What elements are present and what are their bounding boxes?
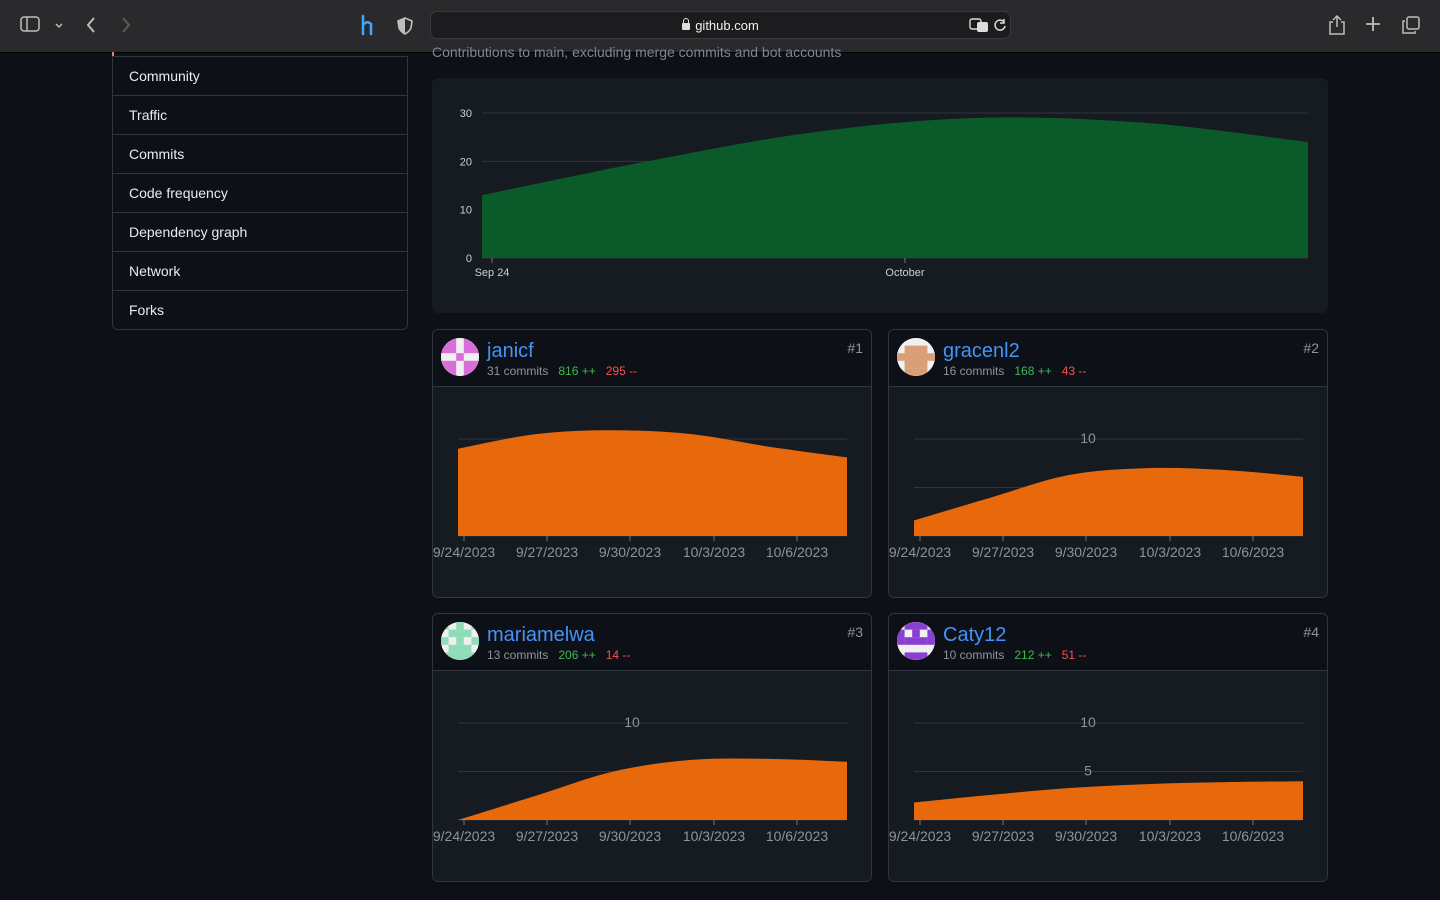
extension-icon[interactable]: [359, 14, 377, 42]
y-tick-label: 10: [1080, 430, 1096, 446]
contributor-stats: 10 commits 212 ++ 51 --: [943, 648, 1086, 662]
y-tick-label: 10: [624, 714, 640, 730]
x-tick-label: 10/6/2023: [766, 828, 828, 844]
contributor-stats: 31 commits 816 ++ 295 --: [487, 364, 637, 378]
chevron-down-icon[interactable]: [54, 17, 64, 37]
share-icon[interactable]: [1328, 14, 1346, 42]
x-tick-label: 9/27/2023: [516, 544, 578, 560]
commit-count[interactable]: 16 commits: [943, 364, 1004, 378]
insights-sidebar: Community Traffic Commits Code frequency…: [112, 56, 408, 330]
contributor-card: Caty12 10 commits 212 ++ 51 -- #4 5 10 9/24/…: [888, 613, 1328, 882]
contributor-card: gracenl2 16 commits 168 ++ 43 -- #2 10 9/24…: [888, 329, 1328, 598]
x-tick-label: 10/3/2023: [1139, 828, 1201, 844]
contributor-card: mariamelwa 13 commits 206 ++ 14 -- #3 10 9/…: [432, 613, 872, 882]
deletions-count: 43 --: [1061, 364, 1087, 378]
contributor-username[interactable]: gracenl2: [943, 340, 1020, 363]
area-series: [458, 430, 847, 536]
sidebar-toggle-icon[interactable]: [20, 16, 40, 38]
additions-count: 168 ++: [1014, 364, 1052, 378]
x-tick-label: 9/24/2023: [889, 828, 951, 844]
translate-icon[interactable]: [969, 17, 989, 39]
contributor-card: janicf 31 commits 816 ++ 295 -- #1 9/24/20…: [432, 329, 872, 598]
avatar[interactable]: [897, 622, 935, 660]
contributor-chart: 5 10 9/24/2023 9/27/2023 9/30/2023 10/3/2023 1…: [889, 714, 1303, 844]
avatar[interactable]: [441, 338, 479, 376]
contributor-rank: #1: [847, 340, 863, 356]
reload-icon[interactable]: [993, 18, 1007, 38]
x-tick-label: October: [885, 267, 924, 279]
contributor-chart: 10 9/24/2023 9/27/2023 9/30/2023 10/3/2023 10…: [433, 714, 847, 844]
commit-count[interactable]: 10 commits: [943, 648, 1004, 662]
contributions-chart: 0 10 20 30 Sep 24 October: [460, 108, 1308, 279]
address-bar[interactable]: github.com: [430, 11, 1011, 39]
contributor-stats: 16 commits 168 ++ 43 --: [943, 364, 1086, 378]
shield-icon[interactable]: [397, 17, 413, 41]
sidebar-item-commits[interactable]: Commits: [113, 134, 407, 173]
sidebar-item-traffic[interactable]: Traffic: [113, 95, 407, 134]
sidebar-item-dependency-graph[interactable]: Dependency graph: [113, 212, 407, 251]
area-series: [914, 781, 1303, 820]
contributor-username[interactable]: janicf: [487, 340, 534, 363]
x-tick-label: 10/6/2023: [1222, 544, 1284, 560]
x-tick-label: 9/27/2023: [972, 828, 1034, 844]
y-tick-label: 30: [460, 108, 472, 120]
y-tick-label: 20: [460, 156, 472, 168]
contributor-chart: 9/24/2023 9/27/2023 9/30/2023 10/3/2023 10/6…: [433, 430, 847, 560]
area-series: [458, 758, 847, 820]
y-tick-label: 10: [1080, 714, 1096, 730]
contributor-rank: #2: [1303, 340, 1319, 356]
contributor-username[interactable]: Caty12: [943, 624, 1006, 647]
contributor-stats: 13 commits 206 ++ 14 --: [487, 648, 630, 662]
x-tick-label: 9/30/2023: [1055, 544, 1117, 560]
y-tick-label: 0: [466, 253, 472, 265]
contributor-username[interactable]: mariamelwa: [487, 624, 595, 647]
sidebar-item-forks[interactable]: Forks: [113, 290, 407, 329]
deletions-count: 51 --: [1061, 648, 1087, 662]
contributor-rank: #3: [847, 624, 863, 640]
x-tick-label: 9/30/2023: [1055, 828, 1117, 844]
contributions-graph: 0 10 20 30 Sep 24 October: [432, 78, 1328, 313]
sidebar-item-network[interactable]: Network: [113, 251, 407, 290]
additions-count: 816 ++: [558, 364, 596, 378]
x-tick-label: 9/27/2023: [972, 544, 1034, 560]
url-text: github.com: [695, 18, 759, 33]
x-tick-label: 9/24/2023: [433, 828, 495, 844]
additions-count: 206 ++: [558, 648, 596, 662]
avatar[interactable]: [441, 622, 479, 660]
x-tick-label: 9/30/2023: [599, 828, 661, 844]
page-subtitle: Contributions to main, excluding merge c…: [432, 44, 842, 60]
contributor-chart: 10 9/24/2023 9/27/2023 9/30/2023 10/3/2023 10…: [889, 430, 1303, 560]
y-tick-label: 10: [460, 205, 472, 217]
sidebar-item-community[interactable]: Community: [113, 56, 407, 95]
tab-overview-icon[interactable]: [1402, 16, 1420, 40]
commit-count[interactable]: 31 commits: [487, 364, 548, 378]
x-tick-label: 10/3/2023: [683, 544, 745, 560]
sidebar-item-code-frequency[interactable]: Code frequency: [113, 173, 407, 212]
back-icon[interactable]: [85, 16, 97, 40]
x-tick-label: 9/27/2023: [516, 828, 578, 844]
forward-icon[interactable]: [120, 16, 132, 40]
deletions-count: 295 --: [605, 364, 638, 378]
avatar[interactable]: [897, 338, 935, 376]
x-tick-label: 10/6/2023: [1222, 828, 1284, 844]
area-series: [914, 467, 1303, 536]
x-tick-label: 9/24/2023: [889, 544, 951, 560]
new-tab-icon[interactable]: [1365, 16, 1381, 38]
lock-icon: [682, 18, 691, 30]
x-tick-label: 9/30/2023: [599, 544, 661, 560]
x-tick-label: 10/6/2023: [766, 544, 828, 560]
area-series: [482, 117, 1308, 259]
additions-count: 212 ++: [1014, 648, 1052, 662]
x-tick-label: 9/24/2023: [433, 544, 495, 560]
y-tick-label: 5: [1084, 763, 1092, 779]
x-tick-label: 10/3/2023: [1139, 544, 1201, 560]
x-tick-label: 10/3/2023: [683, 828, 745, 844]
deletions-count: 14 --: [605, 648, 631, 662]
commit-count[interactable]: 13 commits: [487, 648, 548, 662]
x-tick-label: Sep 24: [475, 267, 510, 279]
contributor-rank: #4: [1303, 624, 1319, 640]
